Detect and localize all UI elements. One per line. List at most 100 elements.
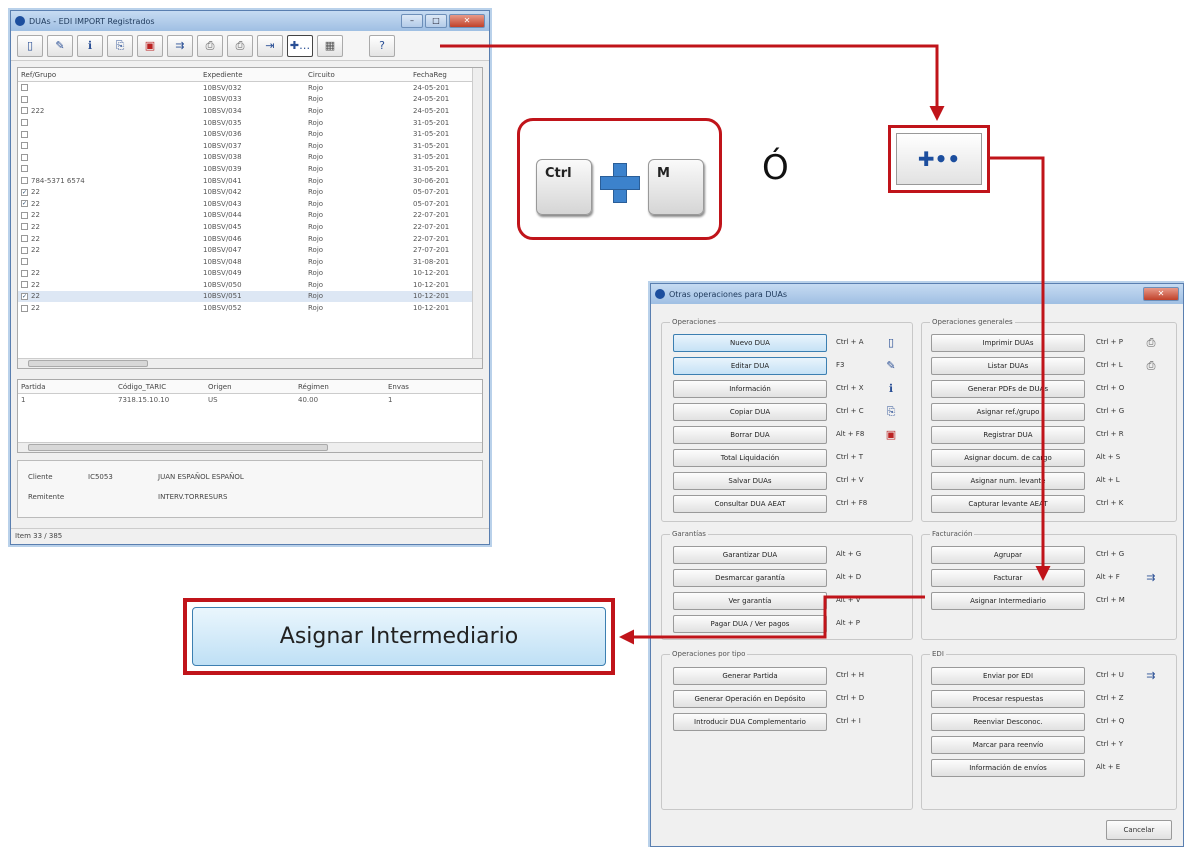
edit-document-icon[interactable]: ✎ — [47, 34, 73, 57]
op-button-edi-0[interactable]: Enviar por EDI — [931, 667, 1085, 685]
table-row[interactable]: 784-5371 6574 10BSV/041 Rojo 30-06-201 — [18, 175, 482, 187]
table-row[interactable]: 10BSV/036 Rojo 31-05-201 — [18, 128, 482, 140]
col-partida[interactable]: Partida — [18, 383, 118, 391]
op-button-ops-7[interactable]: Consultar DUA AEAT — [673, 495, 827, 513]
col-taric[interactable]: Código_TARIC — [118, 383, 208, 391]
op-button-ops-1[interactable]: Editar DUA — [673, 357, 827, 375]
row-checkbox[interactable] — [21, 304, 28, 312]
delete-document-icon[interactable]: ▣ — [137, 34, 163, 57]
op-button-gen-5[interactable]: Asignar docum. de cargo — [931, 449, 1085, 467]
table-row[interactable]: 22 10BSV/046 Rojo 22-07-201 — [18, 233, 482, 245]
table-horizontal-scrollbar[interactable] — [18, 358, 482, 368]
table-row[interactable]: 22 10BSV/045 Rojo 22-07-201 — [18, 221, 482, 233]
table-vertical-scrollbar[interactable] — [472, 68, 482, 368]
table-row[interactable]: 10BSV/035 Rojo 31-05-201 — [18, 117, 482, 129]
more-operations-icon[interactable]: ✚•• — [896, 133, 982, 185]
op-button-gen-7[interactable]: Capturar levante AEAT — [931, 495, 1085, 513]
new-document-icon[interactable]: ▯ — [17, 34, 43, 57]
close-button[interactable]: ✕ — [449, 14, 485, 28]
table-row[interactable]: 10BSV/038 Rojo 31-05-201 — [18, 152, 482, 164]
row-checkbox[interactable] — [21, 165, 28, 173]
row-checkbox[interactable] — [21, 153, 28, 161]
op-button-gen-4[interactable]: Registrar DUA — [931, 426, 1085, 444]
export-icon[interactable]: ⇉ — [167, 34, 193, 57]
cancel-button[interactable]: Cancelar — [1106, 820, 1172, 840]
table-row[interactable]: 22 10BSV/047 Rojo 27-07-201 — [18, 244, 482, 256]
minimize-button[interactable]: – — [401, 14, 423, 28]
col-header-circuito[interactable]: Circuito — [308, 71, 413, 79]
row-checkbox[interactable]: ✓ — [21, 188, 28, 196]
table-row[interactable]: 10BSV/032 Rojo 24-05-201 — [18, 82, 482, 94]
send-icon[interactable]: ⇥ — [257, 34, 283, 57]
table-row[interactable]: 10BSV/037 Rojo 31-05-201 — [18, 140, 482, 152]
partida-row[interactable]: 1 7318.15.10.10 US 40.00 1 — [18, 394, 482, 406]
op-button-tipo-2[interactable]: Introducir DUA Complementario — [673, 713, 827, 731]
table-row[interactable]: ✓ 22 10BSV/051 Rojo 10-12-201 — [18, 290, 482, 303]
info-icon[interactable]: ℹ — [77, 34, 103, 57]
more-operations-icon[interactable]: ✚… — [287, 34, 313, 57]
op-button-tipo-1[interactable]: Generar Operación en Depósito — [673, 690, 827, 708]
op-button-edi-2[interactable]: Reenviar Desconoc. — [931, 713, 1085, 731]
col-envases[interactable]: Envas — [388, 383, 448, 391]
table-row[interactable]: 22 10BSV/049 Rojo 10-12-201 — [18, 268, 482, 280]
op-button-gar-3[interactable]: Pagar DUA / Ver pagos — [673, 615, 827, 633]
row-checkbox[interactable] — [21, 246, 28, 254]
print-icon[interactable]: ⎙ — [197, 34, 223, 57]
row-checkbox[interactable] — [21, 281, 28, 289]
op-button-ops-4[interactable]: Borrar DUA — [673, 426, 827, 444]
list-print-icon[interactable]: ⎙ — [227, 34, 253, 57]
grid-icon[interactable]: ▦ — [317, 34, 343, 57]
row-checkbox[interactable] — [21, 258, 28, 266]
row-checkbox[interactable] — [21, 269, 28, 277]
col-header-fecha[interactable]: FechaReg — [413, 71, 473, 79]
row-checkbox[interactable] — [21, 107, 28, 115]
row-checkbox[interactable] — [21, 211, 28, 219]
col-header-ref[interactable]: Ref/Grupo — [18, 71, 203, 79]
op-button-gen-2[interactable]: Generar PDFs de DUAs — [931, 380, 1085, 398]
row-checkbox[interactable] — [21, 177, 28, 185]
op-button-edi-3[interactable]: Marcar para reenvío — [931, 736, 1085, 754]
row-checkbox[interactable]: ✓ — [21, 292, 28, 300]
op-button-gen-1[interactable]: Listar DUAs — [931, 357, 1085, 375]
row-checkbox[interactable] — [21, 235, 28, 243]
copy-icon[interactable]: ⎘ — [107, 34, 133, 57]
op-button-edi-4[interactable]: Información de envíos — [931, 759, 1085, 777]
dialog-titlebar[interactable]: Otras operaciones para DUAs ✕ — [651, 284, 1183, 304]
partidas-horizontal-scrollbar[interactable] — [18, 442, 482, 452]
table-row[interactable]: 22 10BSV/050 Rojo 10-12-201 — [18, 279, 482, 291]
col-header-expediente[interactable]: Expediente — [203, 71, 308, 79]
op-button-gar-0[interactable]: Garantizar DUA — [673, 546, 827, 564]
op-button-ops-3[interactable]: Copiar DUA — [673, 403, 827, 421]
op-button-ops-5[interactable]: Total Liquidación — [673, 449, 827, 467]
table-row[interactable]: 10BSV/039 Rojo 31-05-201 — [18, 163, 482, 175]
table-row[interactable]: 10BSV/033 Rojo 24-05-201 — [18, 94, 482, 106]
row-checkbox[interactable] — [21, 95, 28, 103]
op-button-gar-1[interactable]: Desmarcar garantía — [673, 569, 827, 587]
op-button-fac-0[interactable]: Agrupar — [931, 546, 1085, 564]
table-row[interactable]: 22 10BSV/044 Rojo 22-07-201 — [18, 210, 482, 222]
op-button-edi-1[interactable]: Procesar respuestas — [931, 690, 1085, 708]
row-checkbox[interactable] — [21, 84, 28, 92]
op-button-fac-2[interactable]: Asignar Intermediario — [931, 592, 1085, 610]
asignar-intermediario-button[interactable]: Asignar Intermediario — [192, 607, 606, 666]
dialog-close-button[interactable]: ✕ — [1143, 287, 1179, 301]
table-row[interactable]: 22 10BSV/052 Rojo 10-12-201 — [18, 302, 482, 314]
op-button-gen-0[interactable]: Imprimir DUAs — [931, 334, 1085, 352]
op-button-gar-2[interactable]: Ver garantía — [673, 592, 827, 610]
main-window-titlebar[interactable]: DUAs - EDI IMPORT Registrados – □ ✕ — [11, 11, 489, 31]
table-row[interactable]: ✓ 22 10BSV/043 Rojo 05-07-201 — [18, 198, 482, 210]
op-button-fac-1[interactable]: Facturar — [931, 569, 1085, 587]
row-checkbox[interactable] — [21, 119, 28, 127]
op-button-ops-2[interactable]: Información — [673, 380, 827, 398]
help-icon[interactable]: ? — [369, 34, 395, 57]
col-origen[interactable]: Origen — [208, 383, 298, 391]
table-row[interactable]: ✓ 22 10BSV/042 Rojo 05-07-201 — [18, 186, 482, 198]
maximize-button[interactable]: □ — [425, 14, 447, 28]
row-checkbox[interactable] — [21, 223, 28, 231]
op-button-ops-0[interactable]: Nuevo DUA — [673, 334, 827, 352]
op-button-gen-3[interactable]: Asignar ref./grupo — [931, 403, 1085, 421]
op-button-tipo-0[interactable]: Generar Partida — [673, 667, 827, 685]
row-checkbox[interactable] — [21, 130, 28, 138]
op-button-ops-6[interactable]: Salvar DUAs — [673, 472, 827, 490]
row-checkbox[interactable]: ✓ — [21, 200, 28, 208]
